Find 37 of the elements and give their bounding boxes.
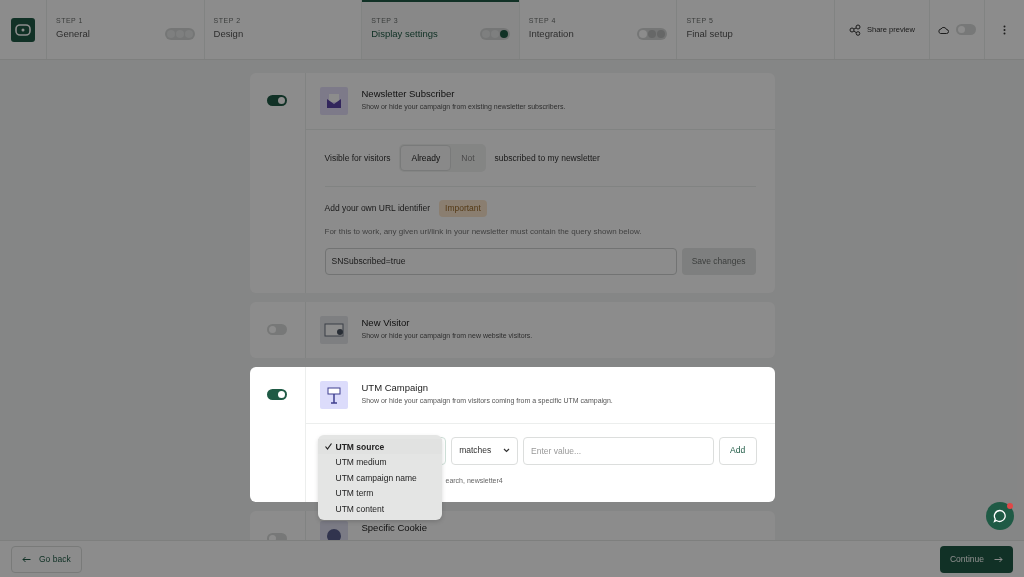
envelope-icon <box>319 87 348 115</box>
chat-icon <box>993 509 1007 523</box>
toggle-switch[interactable] <box>267 388 287 400</box>
menu-item[interactable]: UTM medium <box>335 457 387 467</box>
continue-button[interactable]: Continue <box>939 545 1013 573</box>
segment-option[interactable]: Already <box>400 145 452 171</box>
important-badge: Important <box>439 200 487 217</box>
visible-label: Visible for visitors <box>324 151 391 165</box>
card-title: Newsletter Subscriber <box>361 87 456 101</box>
browser-icon <box>319 315 348 344</box>
logo-icon <box>11 17 35 42</box>
check-icon <box>324 443 332 450</box>
menu-item[interactable]: UTM campaign name <box>335 472 417 483</box>
progress-dots <box>479 28 510 41</box>
cloud-icon <box>937 25 949 34</box>
card-title: Specific Cookie <box>361 520 427 535</box>
url-field[interactable]: SNSubscribed=true <box>324 247 677 275</box>
arrow-right-icon <box>994 555 1003 563</box>
chat-button[interactable] <box>986 502 1014 530</box>
go-back-button[interactable]: Go back <box>11 545 82 573</box>
value-field[interactable]: Enter value... <box>523 436 714 465</box>
menu-item[interactable]: UTM content <box>335 503 385 514</box>
add-button[interactable]: Add <box>718 436 757 465</box>
share-icon <box>849 23 861 36</box>
arrow-left-icon <box>22 555 31 563</box>
operator-select[interactable]: matches <box>451 436 519 465</box>
card-title: New Visitor <box>361 315 411 330</box>
more-icon[interactable] <box>1003 24 1006 35</box>
signpost-icon <box>319 380 348 409</box>
url-title: Add your own URL identifier <box>324 202 430 215</box>
menu-item[interactable]: UTM source <box>335 441 385 452</box>
visible-suffix: subscribed to my newsletter <box>494 151 600 165</box>
toggle-switch[interactable] <box>267 95 287 106</box>
chevron-down-icon <box>503 448 511 454</box>
menu-item[interactable]: UTM term <box>335 488 374 498</box>
card-title: UTM Campaign <box>361 380 430 395</box>
progress-dots <box>637 28 668 41</box>
